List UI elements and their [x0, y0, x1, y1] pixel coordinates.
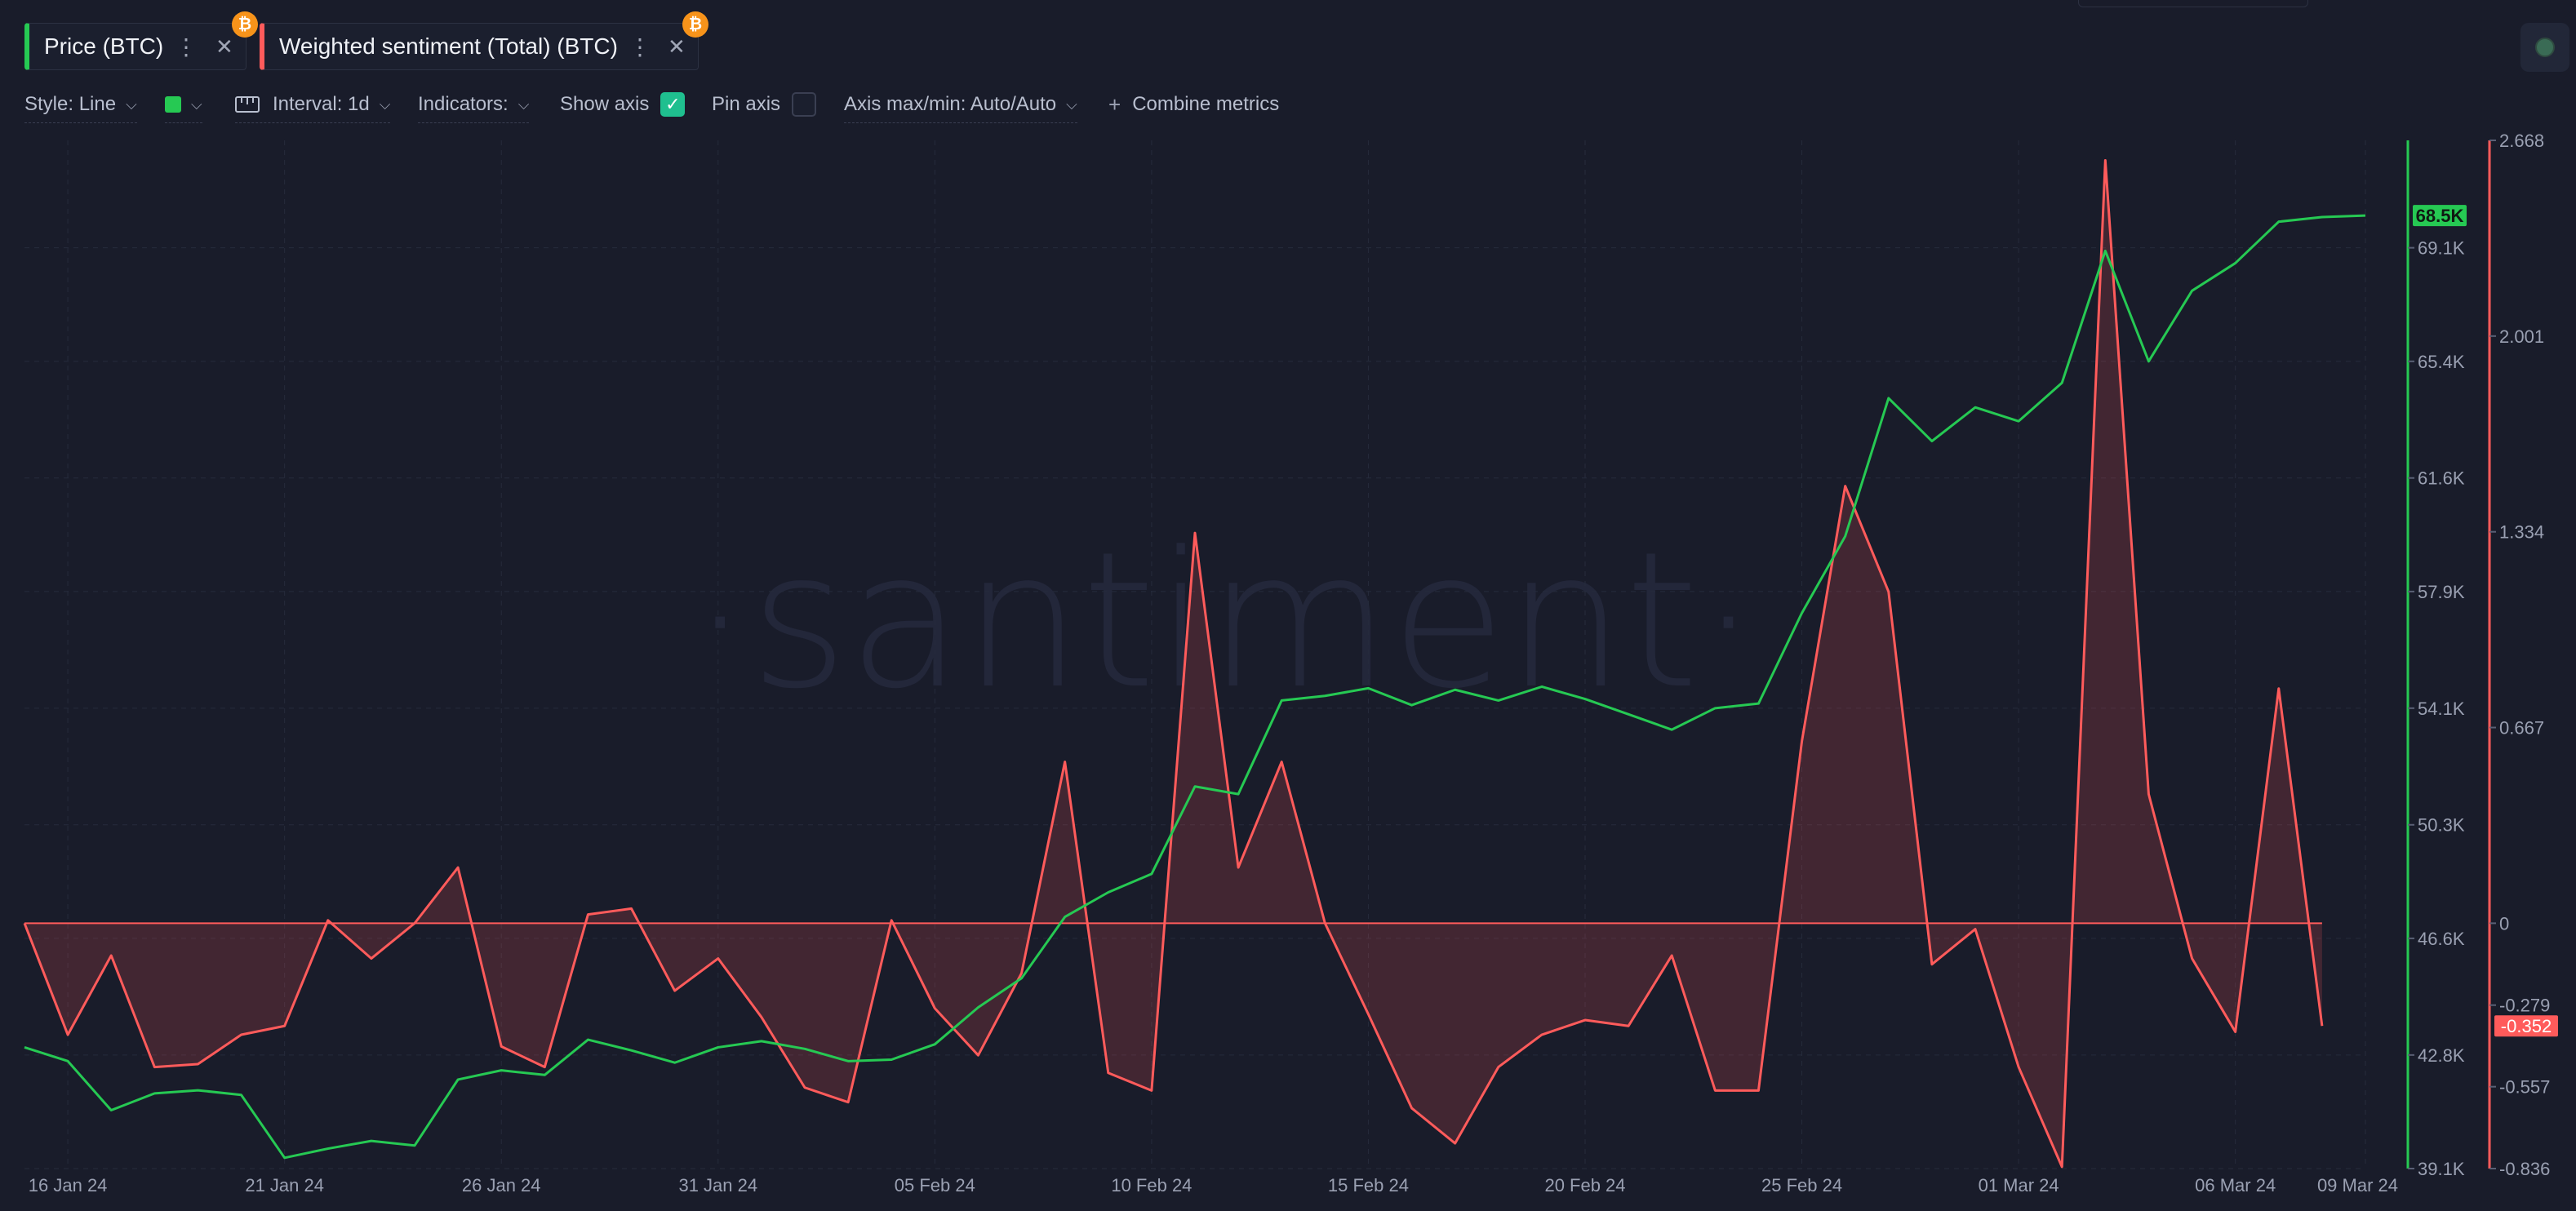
x-axis-tick-label: 10 Feb 24: [1111, 1175, 1192, 1195]
price-axis-tick-label: 61.6K: [2418, 468, 2465, 489]
x-axis-tick-label: 09 Mar 24: [2317, 1175, 2398, 1195]
sentiment-axis-tick-label: 2.001: [2499, 326, 2544, 347]
price-axis-tick-label: 50.3K: [2418, 815, 2465, 836]
x-axis-tick-label: 20 Feb 24: [1544, 1175, 1625, 1195]
price-axis-tick-label: 69.1K: [2418, 238, 2465, 259]
sentiment-axis-tick-label: 2.668: [2499, 131, 2544, 151]
x-axis-tick-label: 01 Mar 24: [1979, 1175, 2059, 1195]
x-axis-tick-label: 05 Feb 24: [895, 1175, 975, 1195]
price-axis-tick-label: 46.6K: [2418, 929, 2465, 949]
x-axis-tick-label: 21 Jan 24: [245, 1175, 324, 1195]
price-axis-tick-label: 39.1K: [2418, 1159, 2465, 1179]
sentiment-axis-tick-label: -0.279: [2499, 996, 2550, 1016]
sentiment-axis-tick-label: 0: [2499, 913, 2509, 934]
x-axis-tick-label: 15 Feb 24: [1328, 1175, 1409, 1195]
price-axis-tick-label: 57.9K: [2418, 582, 2465, 602]
watermark: ·santiment·: [691, 512, 1758, 730]
price-last-value-label: 68.5K: [2416, 206, 2464, 226]
x-axis-tick-label: 26 Jan 24: [462, 1175, 541, 1195]
sentiment-axis-tick-label: 0.667: [2499, 718, 2544, 739]
price-axis-tick-label: 65.4K: [2418, 352, 2465, 372]
chart-area[interactable]: ·santiment· 39.1K 42.8K 46.6K 50.3K 54.1K 57.…: [0, 0, 2576, 1211]
x-axis-tick-label: 16 Jan 24: [29, 1175, 108, 1195]
x-axis-tick-label: 06 Mar 24: [2195, 1175, 2276, 1195]
price-axis-tick-label: 42.8K: [2418, 1045, 2465, 1066]
price-axis-tick-label: 54.1K: [2418, 699, 2465, 719]
sentiment-axis-tick-label: -0.557: [2499, 1077, 2550, 1098]
sentiment-axis-tick-label: 1.334: [2499, 522, 2544, 543]
x-axis-tick-label: 31 Jan 24: [678, 1175, 757, 1195]
x-axis-tick-label: 25 Feb 24: [1761, 1175, 1842, 1195]
sentiment-axis-tick-label: -0.836: [2499, 1159, 2550, 1179]
sentiment-last-value-label: -0.352: [2501, 1016, 2552, 1036]
